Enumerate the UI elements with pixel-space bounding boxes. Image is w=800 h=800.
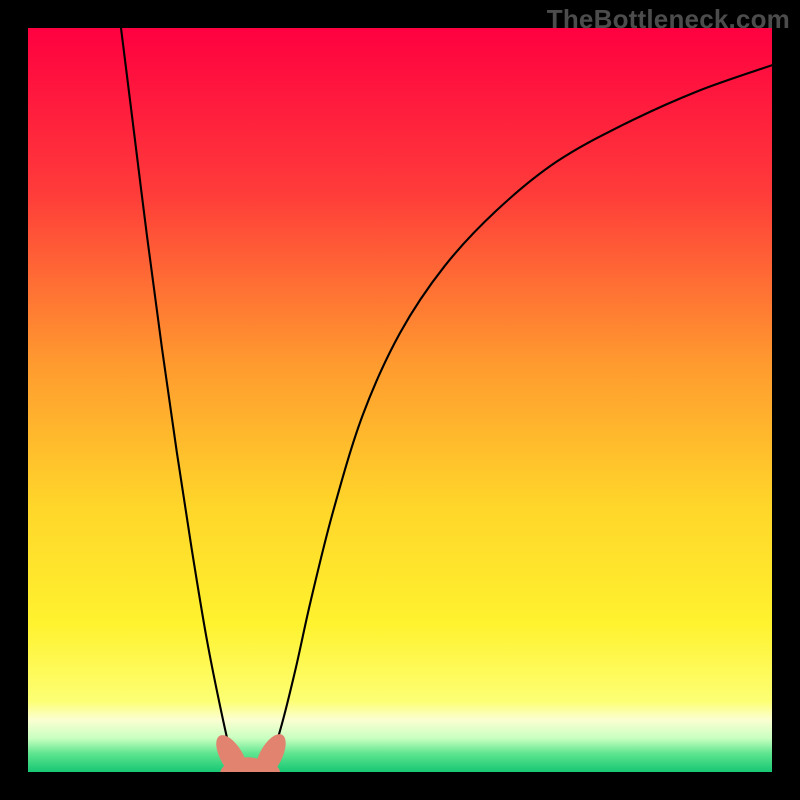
plot-area bbox=[28, 28, 772, 772]
chart-frame: TheBottleneck.com bbox=[0, 0, 800, 800]
chart-svg bbox=[28, 28, 772, 772]
gradient-background bbox=[28, 28, 772, 772]
